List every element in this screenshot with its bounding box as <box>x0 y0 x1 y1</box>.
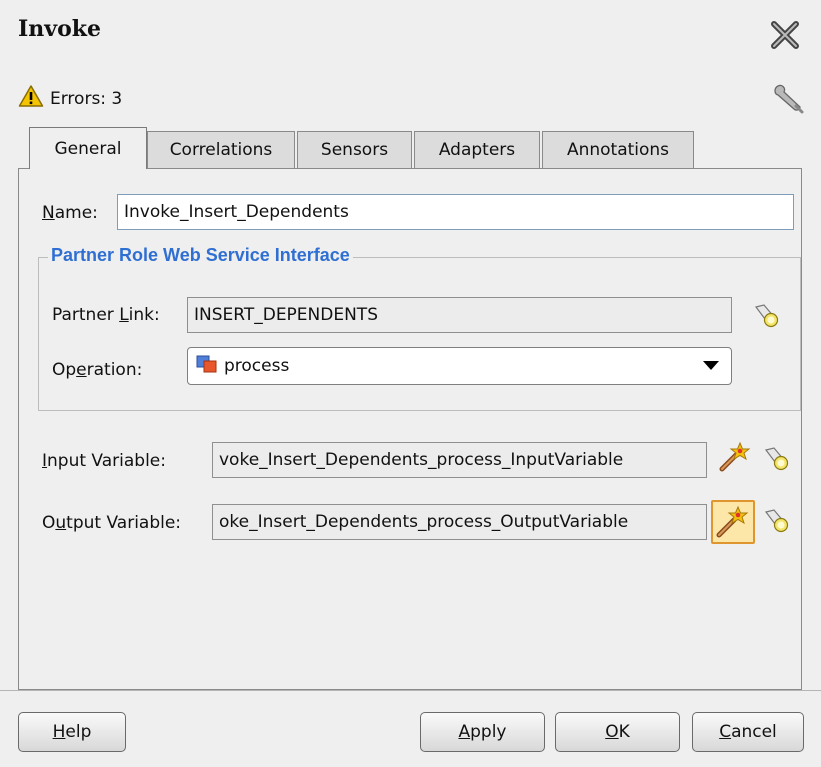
tab-label: Correlations <box>169 140 273 160</box>
output-variable-label: Output Variable: <box>42 513 182 533</box>
ok-button[interactable]: OK <box>555 712 680 752</box>
tab-correlations[interactable]: Correlations <box>147 131 295 168</box>
tab-general[interactable]: General <box>29 127 147 169</box>
name-field[interactable]: Invoke_Insert_Dependents <box>117 194 794 230</box>
tab-label: General <box>54 138 122 159</box>
flashlight-browse-icon[interactable] <box>762 444 790 477</box>
operation-value: process <box>224 356 290 376</box>
tab-label: Adapters <box>438 140 516 160</box>
tab-label: Sensors <box>320 140 389 160</box>
partner-role-group-title: Partner Role Web Service Interface <box>48 245 353 266</box>
output-variable-field[interactable]: oke_Insert_Dependents_process_OutputVari… <box>212 504 707 540</box>
flashlight-browse-icon[interactable] <box>762 506 790 539</box>
tab-adapters[interactable]: Adapters <box>414 131 540 168</box>
name-label: Name: <box>42 203 98 223</box>
cancel-button[interactable]: Cancel <box>692 712 804 752</box>
create-variable-button-highlighted[interactable] <box>711 500 755 544</box>
operation-select[interactable]: process <box>187 347 732 385</box>
partner-link-label: Partner Link: <box>52 305 160 325</box>
tab-sensors[interactable]: Sensors <box>297 131 412 168</box>
dialog-title: Invoke <box>18 16 101 42</box>
close-icon[interactable] <box>768 18 802 52</box>
divider <box>0 690 821 691</box>
help-button[interactable]: Help <box>18 712 126 752</box>
tab-annotations[interactable]: Annotations <box>542 131 694 168</box>
input-variable-field[interactable]: voke_Insert_Dependents_process_InputVari… <box>212 442 707 478</box>
errors-indicator[interactable]: Errors: 3 <box>18 84 122 113</box>
errors-label: Errors: 3 <box>50 88 123 109</box>
partner-link-field[interactable]: INSERT_DEPENDENTS <box>187 297 732 333</box>
warning-icon <box>18 84 44 113</box>
partner-role-groupbox <box>38 257 801 411</box>
chevron-down-icon <box>703 361 719 370</box>
apply-button[interactable]: Apply <box>420 712 545 752</box>
flashlight-browse-icon[interactable] <box>752 301 780 334</box>
operation-icon <box>196 354 218 379</box>
operation-label: Operation: <box>52 360 143 380</box>
create-variable-icon[interactable] <box>718 441 752 480</box>
input-variable-label: Input Variable: <box>42 451 166 471</box>
tab-label: Annotations <box>566 140 670 160</box>
wrench-icon[interactable] <box>772 82 808 114</box>
